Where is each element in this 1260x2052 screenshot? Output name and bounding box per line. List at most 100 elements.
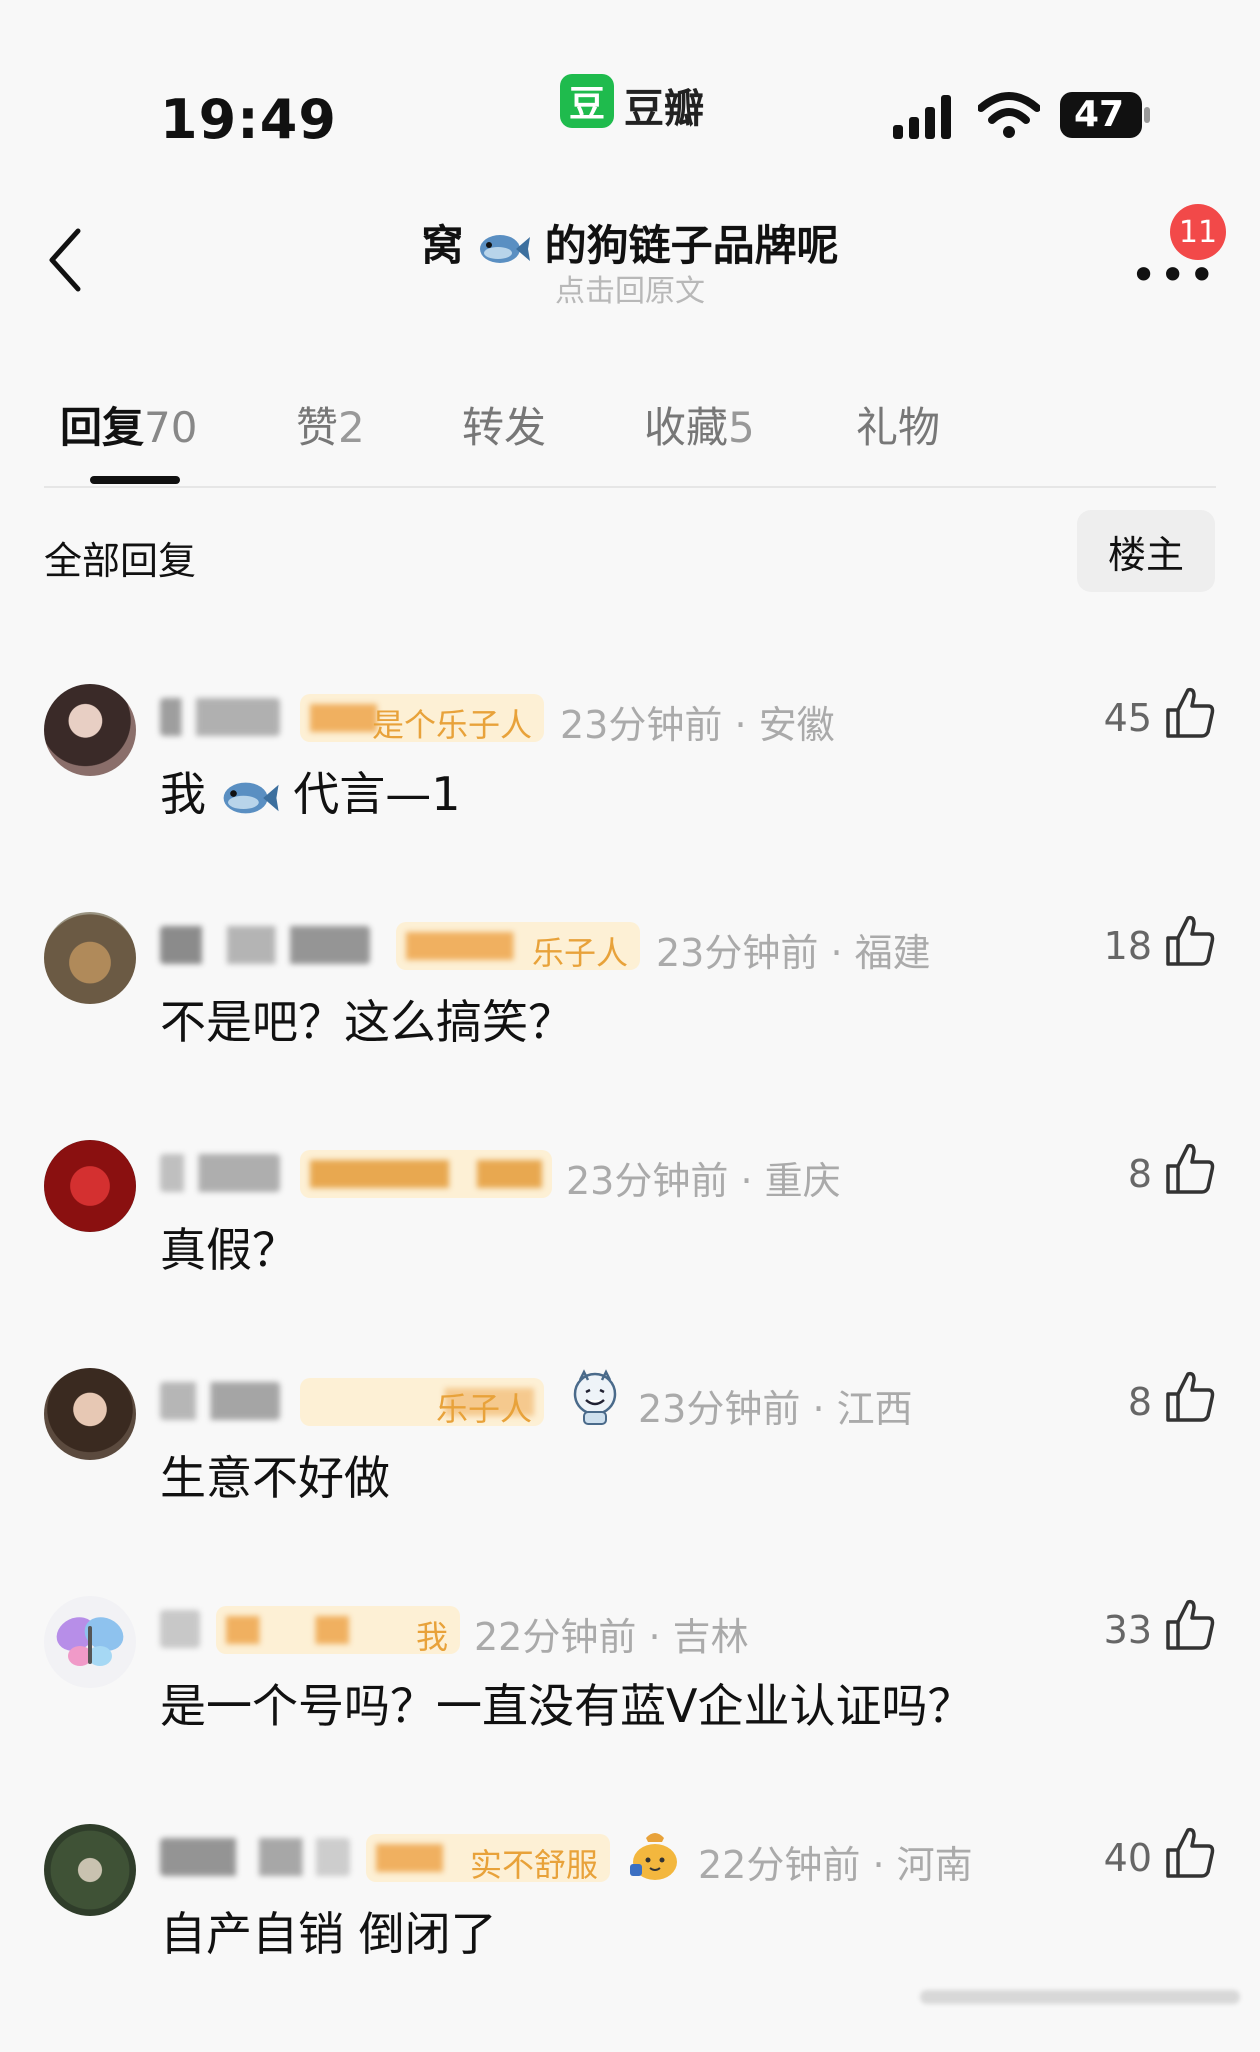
comment-item: 实不舒服 22分钟前 · 河南 40 自产自销 倒闭了 bbox=[0, 1824, 1260, 2052]
username-blurred[interactable] bbox=[160, 926, 370, 964]
comment-text: 自产自销 倒闭了 bbox=[160, 1907, 497, 1961]
comment-location: 福建 bbox=[854, 931, 931, 975]
tab-divider bbox=[44, 486, 1216, 488]
thumbs-up-icon[interactable] bbox=[1164, 1596, 1216, 1652]
home-indicator[interactable] bbox=[920, 1990, 1240, 2004]
battery-level: 47 bbox=[1074, 94, 1125, 135]
comment-text: 生意不好做 bbox=[160, 1451, 390, 1505]
comment-location: 吉林 bbox=[672, 1615, 749, 1659]
tab-count: 70 bbox=[144, 403, 198, 452]
comment-item: 乐子人 23分钟前 · 福建 18 不是吧？这么搞笑？ bbox=[0, 912, 1260, 1140]
douban-logo-icon: 豆 bbox=[560, 74, 614, 128]
tab-label: 礼物 bbox=[856, 403, 941, 452]
back-to-original-link[interactable]: 点击回原文 bbox=[420, 266, 840, 310]
badge-label: 我 bbox=[415, 1618, 448, 1654]
avatar[interactable] bbox=[44, 1368, 136, 1460]
thumbs-up-icon[interactable] bbox=[1164, 1368, 1216, 1424]
all-replies-heading: 全部回复 bbox=[44, 539, 197, 583]
tab-label: 赞 bbox=[296, 403, 339, 452]
username-blurred[interactable] bbox=[160, 1382, 280, 1420]
comment-location: 河南 bbox=[896, 1843, 973, 1887]
avatar[interactable] bbox=[44, 1596, 136, 1688]
comment-text-part: 代言—1 bbox=[293, 767, 461, 821]
badge-label: 乐子人 bbox=[531, 934, 628, 970]
tab-count: 2 bbox=[338, 403, 365, 452]
user-badge: 乐子人 bbox=[396, 922, 640, 970]
user-badge: 乐子人 bbox=[300, 1378, 544, 1426]
avatar[interactable] bbox=[44, 912, 136, 1004]
avatar[interactable] bbox=[44, 1140, 136, 1232]
butterfly-icon bbox=[56, 1617, 124, 1666]
tab-label: 收藏 bbox=[644, 403, 729, 452]
title-prefix: 窝 bbox=[421, 221, 464, 270]
comment-meta: 23分钟前 · 重庆 bbox=[566, 1159, 841, 1203]
like-count: 33 bbox=[1103, 1608, 1152, 1652]
tab-reposts[interactable]: 转发 bbox=[462, 394, 546, 455]
comment-text: 是一个号吗？一直没有蓝V企业认证吗？ bbox=[160, 1679, 974, 1733]
comment-location: 重庆 bbox=[764, 1159, 841, 1203]
like-count: 18 bbox=[1103, 924, 1152, 968]
badge-label: 实不舒服 bbox=[469, 1846, 598, 1882]
cellular-signal-icon bbox=[893, 95, 951, 139]
tab-gifts[interactable]: 礼物 bbox=[856, 394, 940, 455]
comment-item: 我 22分钟前 · 吉林 33 是一个号吗？一直没有蓝V企业认证吗？ bbox=[0, 1596, 1260, 1824]
tab-count: 5 bbox=[728, 403, 755, 452]
comment-item: 乐子人 23分钟前 · 江西 8 生意不好做 bbox=[0, 1368, 1260, 1596]
battery-icon: 47 bbox=[1060, 92, 1152, 138]
comment-meta: 22分钟前 · 河南 bbox=[698, 1843, 973, 1887]
like-count: 45 bbox=[1103, 696, 1152, 740]
thumbs-up-icon[interactable] bbox=[1164, 1140, 1216, 1196]
user-badge bbox=[300, 1150, 552, 1198]
badge-label: 是个乐子人 bbox=[371, 706, 532, 742]
wifi-icon bbox=[978, 92, 1040, 138]
comment-text: 不是吧？这么搞笑？ bbox=[160, 995, 574, 1049]
user-badge: 实不舒服 bbox=[366, 1834, 610, 1882]
badge-label: 乐子人 bbox=[435, 1390, 532, 1426]
like-count: 8 bbox=[1127, 1380, 1152, 1424]
tiger-sticker-icon bbox=[566, 1368, 624, 1426]
username-blurred[interactable] bbox=[160, 698, 280, 736]
tab-replies[interactable]: 回复70 bbox=[60, 394, 197, 455]
avatar[interactable] bbox=[44, 1824, 136, 1916]
app-name: 豆瓣 bbox=[624, 86, 704, 132]
active-tab-indicator bbox=[90, 476, 180, 484]
fish-emoji-icon bbox=[223, 782, 279, 813]
comment-meta: 23分钟前 · 江西 bbox=[638, 1387, 913, 1431]
title-suffix: 的狗链子品牌呢 bbox=[544, 221, 839, 270]
thumbs-up-icon[interactable] bbox=[1164, 912, 1216, 968]
comment-time: 23分钟前 bbox=[638, 1387, 801, 1431]
like-count: 40 bbox=[1103, 1836, 1152, 1880]
tab-label: 回复 bbox=[60, 403, 145, 452]
comment-meta: 22分钟前 · 吉林 bbox=[474, 1615, 749, 1659]
status-time: 19:49 bbox=[160, 88, 337, 151]
comment-item: 是个乐子人 23分钟前 · 安徽 45 我 代言—1 bbox=[0, 684, 1260, 912]
post-title[interactable]: 窝 的狗链子品牌呢 bbox=[360, 212, 900, 273]
comment-item: 23分钟前 · 重庆 8 真假？ bbox=[0, 1140, 1260, 1368]
lucky-bag-sticker-icon bbox=[626, 1824, 684, 1882]
comment-meta: 23分钟前 · 安徽 bbox=[560, 703, 835, 747]
comment-time: 22分钟前 bbox=[474, 1615, 637, 1659]
like-count: 8 bbox=[1127, 1152, 1152, 1196]
comment-meta: 23分钟前 · 福建 bbox=[656, 931, 931, 975]
thumbs-up-icon[interactable] bbox=[1164, 1824, 1216, 1880]
tab-collections[interactable]: 收藏5 bbox=[644, 394, 755, 455]
user-badge: 我 bbox=[216, 1606, 460, 1654]
notification-badge: 11 bbox=[1170, 204, 1226, 260]
comment-time: 22分钟前 bbox=[698, 1843, 861, 1887]
tab-likes[interactable]: 赞2 bbox=[296, 394, 365, 455]
thumbs-up-icon[interactable] bbox=[1164, 684, 1216, 740]
comment-time: 23分钟前 bbox=[656, 931, 819, 975]
op-only-filter-button[interactable]: 楼主 bbox=[1077, 510, 1215, 592]
back-chevron-icon[interactable] bbox=[44, 225, 84, 295]
username-blurred[interactable] bbox=[160, 1610, 200, 1648]
comment-text: 我 代言—1 bbox=[160, 758, 461, 824]
comment-location: 安徽 bbox=[758, 703, 835, 747]
user-badge: 是个乐子人 bbox=[300, 694, 544, 742]
comment-text-part: 我 bbox=[160, 767, 206, 821]
comment-location: 江西 bbox=[836, 1387, 913, 1431]
username-blurred[interactable] bbox=[160, 1838, 350, 1876]
tab-label: 转发 bbox=[462, 403, 547, 452]
username-blurred[interactable] bbox=[160, 1154, 280, 1192]
fish-emoji-icon bbox=[480, 234, 530, 263]
avatar[interactable] bbox=[44, 684, 136, 776]
